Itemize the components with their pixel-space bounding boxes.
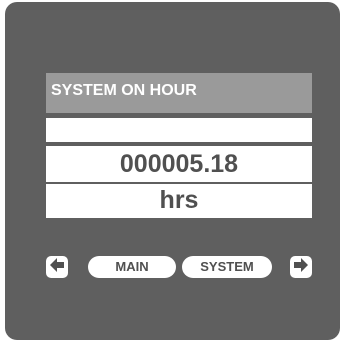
reading-value: 000005.18 bbox=[46, 146, 312, 182]
system-softkey[interactable]: SYSTEM bbox=[182, 256, 272, 278]
display-screen: SYSTEM ON HOUR 000005.18 hrs MAIN SYSTEM bbox=[46, 73, 312, 291]
reading-unit: hrs bbox=[46, 184, 312, 218]
empty-row bbox=[46, 118, 312, 142]
arrow-right-icon bbox=[292, 256, 310, 279]
softkey-bar: MAIN SYSTEM bbox=[46, 256, 312, 280]
prev-button[interactable] bbox=[46, 256, 68, 278]
next-button[interactable] bbox=[290, 256, 312, 278]
arrow-left-icon bbox=[48, 256, 66, 279]
screen-title: SYSTEM ON HOUR bbox=[46, 73, 312, 113]
main-softkey[interactable]: MAIN bbox=[88, 256, 176, 278]
